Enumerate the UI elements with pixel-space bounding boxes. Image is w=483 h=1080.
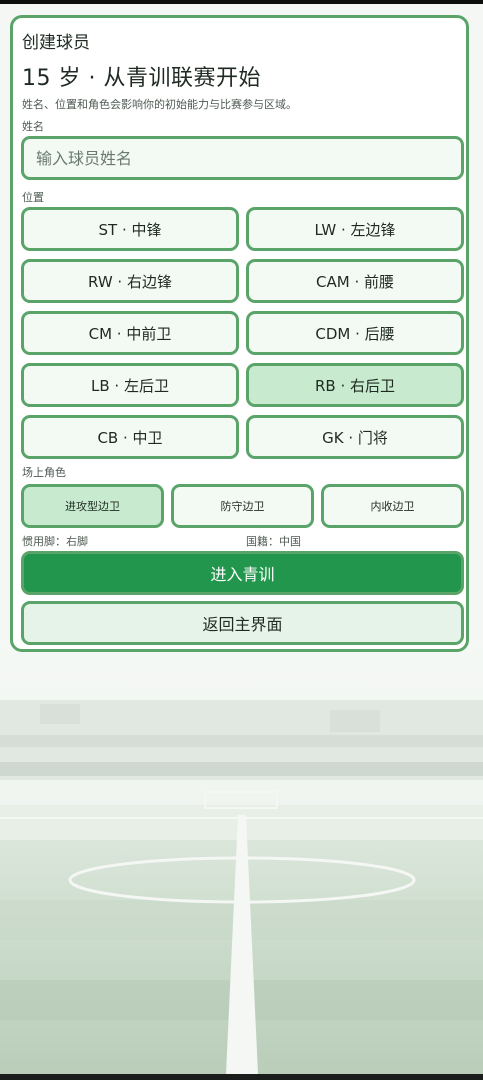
card-eyebrow: 创建球员 [22, 33, 90, 53]
preferred-foot-text: 惯用脚：右脚 [22, 535, 88, 548]
position-cb-button[interactable]: CB · 中卫 [21, 415, 239, 459]
name-label: 姓名 [22, 120, 44, 133]
role-attacking-fullback-button[interactable]: 进攻型边卫 [21, 484, 164, 528]
position-grid: ST · 中锋 LW · 左边锋 RW · 右边锋 CAM · 前腰 CM · … [21, 207, 464, 459]
position-st-button[interactable]: ST · 中锋 [21, 207, 239, 251]
position-cam-button[interactable]: CAM · 前腰 [246, 259, 464, 303]
role-label: 场上角色 [22, 466, 66, 479]
role-inverted-fullback-button[interactable]: 内收边卫 [321, 484, 464, 528]
navigation-bar [0, 1074, 483, 1080]
position-rw-button[interactable]: RW · 右边锋 [21, 259, 239, 303]
position-gk-button[interactable]: GK · 门将 [246, 415, 464, 459]
role-selector: 进攻型边卫 防守边卫 内收边卫 [21, 484, 464, 528]
player-name-input[interactable] [21, 136, 464, 180]
back-to-main-button[interactable]: 返回主界面 [21, 601, 464, 645]
role-defensive-fullback-button[interactable]: 防守边卫 [171, 484, 314, 528]
card-description: 姓名、位置和角色会影响你的初始能力与比赛参与区域。 [22, 98, 297, 111]
status-bar [0, 0, 483, 4]
position-rb-button[interactable]: RB · 右后卫 [246, 363, 464, 407]
page-title: 15 岁 · 从青训联赛开始 [22, 66, 261, 91]
stadium-background [0, 640, 483, 1074]
enter-academy-button[interactable]: 进入青训 [21, 551, 464, 595]
position-lw-button[interactable]: LW · 左边锋 [246, 207, 464, 251]
nationality-text: 国籍：中国 [246, 535, 301, 548]
position-lb-button[interactable]: LB · 左后卫 [21, 363, 239, 407]
create-player-card: 创建球员 15 岁 · 从青训联赛开始 姓名、位置和角色会影响你的初始能力与比赛… [10, 15, 469, 652]
position-cm-button[interactable]: CM · 中前卫 [21, 311, 239, 355]
position-cdm-button[interactable]: CDM · 后腰 [246, 311, 464, 355]
position-label: 位置 [22, 191, 44, 204]
